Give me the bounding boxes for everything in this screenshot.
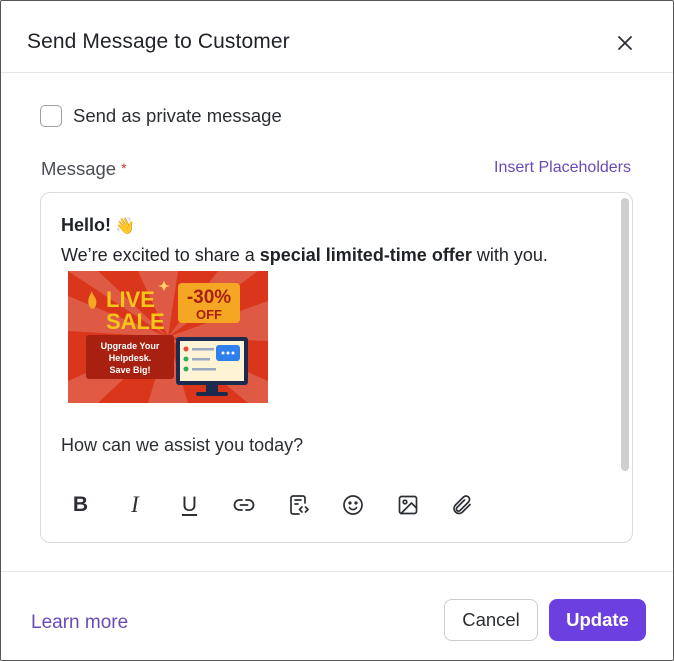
- dialog-title: Send Message to Customer: [27, 30, 290, 53]
- offer-intro: We’re excited to share a: [61, 245, 260, 265]
- editor-scrollbar[interactable]: [621, 198, 629, 471]
- code-snippet-button[interactable]: [285, 491, 312, 518]
- attachment-button[interactable]: [449, 491, 476, 518]
- italic-button[interactable]: I: [122, 491, 149, 518]
- banner-ribbon-line1: Upgrade Your: [101, 341, 160, 351]
- underline-icon: U: [181, 493, 198, 516]
- link-icon: [233, 498, 255, 511]
- message-label-text: Message: [41, 158, 117, 179]
- image-icon: [398, 495, 417, 514]
- wave-emoji: 👋: [115, 216, 135, 235]
- cancel-button[interactable]: Cancel: [444, 599, 538, 641]
- underline-button[interactable]: U: [176, 491, 203, 518]
- send-message-dialog: Send Message to Customer Send as private…: [0, 0, 674, 661]
- message-label: Message *: [41, 158, 127, 180]
- close-button[interactable]: [614, 32, 636, 54]
- private-message-checkbox[interactable]: [40, 105, 62, 127]
- banner-ribbon-line3: Save Big!: [109, 365, 150, 375]
- code-snippet-icon: [289, 494, 309, 515]
- banner-off-text: OFF: [196, 307, 222, 322]
- private-message-label: Send as private message: [73, 105, 282, 126]
- offer-outro: with you.: [471, 245, 548, 265]
- sale-banner-graphic: LIVE SALE -30% OFF Upgrade Your Helpdesk…: [68, 271, 268, 403]
- dialog-header: Send Message to Customer: [1, 1, 673, 73]
- bold-button[interactable]: B: [67, 491, 94, 518]
- message-editor[interactable]: Hello! 👋 We’re excited to share a special…: [40, 192, 633, 543]
- learn-more-link[interactable]: Learn more: [31, 612, 128, 634]
- bold-icon: B: [72, 493, 89, 516]
- emoji-icon: [343, 494, 363, 515]
- editor-toolbar: B I U: [67, 491, 503, 518]
- sale-banner-image[interactable]: LIVE SALE -30% OFF Upgrade Your Helpdesk…: [68, 271, 268, 403]
- link-button[interactable]: [231, 491, 258, 518]
- banner-ribbon-line2: Helpdesk.: [109, 353, 152, 363]
- emoji-button[interactable]: [340, 491, 367, 518]
- footer-divider: [1, 571, 673, 572]
- close-icon: [618, 36, 632, 50]
- offer-line: We’re excited to share a special limited…: [61, 242, 611, 268]
- banner-discount-text: -30%: [187, 287, 231, 308]
- greeting-text: Hello!: [61, 215, 112, 235]
- banner-sale-text: SALE: [106, 309, 165, 334]
- italic-icon: I: [131, 492, 139, 517]
- offer-bold: special limited-time offer: [259, 245, 472, 265]
- question-text: How can we assist you today?: [61, 435, 304, 455]
- private-message-option[interactable]: Send as private message: [40, 104, 282, 128]
- editor-content[interactable]: Hello! 👋 We’re excited to share a special…: [61, 213, 611, 268]
- image-button[interactable]: [394, 491, 421, 518]
- required-marker: *: [121, 160, 127, 176]
- attachment-icon: [453, 494, 471, 514]
- update-button[interactable]: Update: [549, 599, 646, 641]
- insert-placeholders-link[interactable]: Insert Placeholders: [494, 159, 631, 177]
- greeting-line: Hello! 👋: [61, 213, 611, 238]
